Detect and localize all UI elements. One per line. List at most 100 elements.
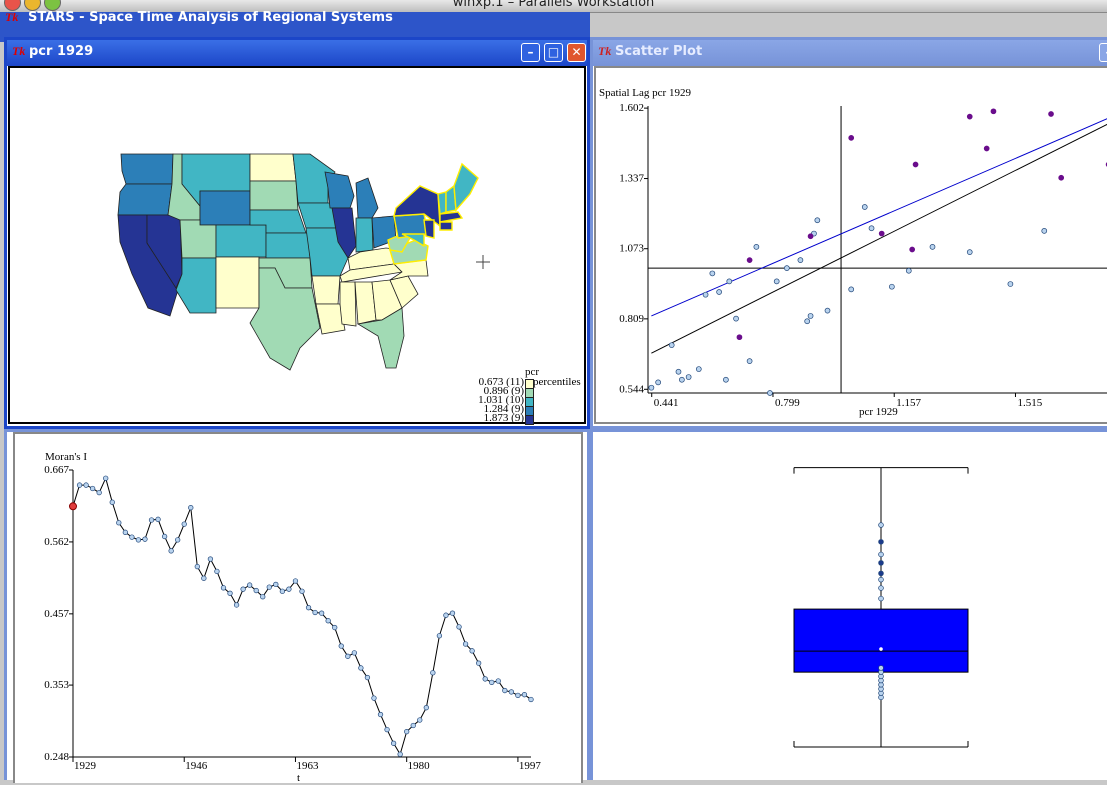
state-connecticut xyxy=(439,221,453,231)
box-plot-window[interactable] xyxy=(590,429,1107,780)
time-series-window[interactable]: Moran's I t 0.667 0.562 0.457 0.353 0.248 1929 1… xyxy=(4,429,590,785)
y-axis-label: Spatial Lag pcr 1929 xyxy=(599,87,691,99)
y-tick-label: 1.073 xyxy=(619,243,644,255)
state-wisconsin xyxy=(324,171,355,209)
scatter-point xyxy=(824,307,831,314)
scatter-point xyxy=(868,225,875,232)
map-window[interactable]: Tk pcr 1929 – □ ✕ pcr percentiles 0.673 … xyxy=(4,37,590,429)
state-new-jersey xyxy=(423,219,435,239)
map-canvas[interactable]: pcr percentiles 0.673 (11) 0.896 (9) 1.031… xyxy=(8,66,586,425)
state-massachusetts xyxy=(439,211,464,223)
time-point xyxy=(430,670,436,676)
scatter-point xyxy=(679,376,685,383)
time-point xyxy=(476,660,482,666)
x-tick-label: 1980 xyxy=(408,760,431,772)
scatter-canvas[interactable]: Spatial Lag pcr 1929 pcr 1929 1.602 1.337 1.… xyxy=(594,66,1107,424)
time-point xyxy=(377,711,384,718)
time-point xyxy=(175,537,181,543)
scatter-point xyxy=(1058,174,1065,181)
scatter-point xyxy=(695,366,702,372)
time-point xyxy=(247,582,253,588)
scatter-plot[interactable]: Spatial Lag pcr 1929 pcr 1929 1.602 1.337 1.… xyxy=(596,68,1107,422)
time-point xyxy=(109,499,115,505)
time-point xyxy=(436,633,443,639)
state-maine xyxy=(453,162,479,212)
time-point xyxy=(345,653,351,659)
highlighted-point xyxy=(69,502,77,511)
time-point xyxy=(318,610,325,616)
scatter-point xyxy=(702,291,709,298)
minimize-button[interactable]: – xyxy=(1099,43,1107,62)
x-tick-label: 1.157 xyxy=(896,397,921,409)
state-oregon xyxy=(117,183,173,216)
scatter-point xyxy=(807,313,814,319)
scatter-point xyxy=(1007,281,1014,287)
time-point xyxy=(83,482,89,488)
time-point xyxy=(384,726,390,733)
scatter-point xyxy=(807,233,814,240)
y-tick-label: 0.457 xyxy=(44,608,69,620)
scatter-point xyxy=(726,278,733,285)
time-point xyxy=(469,648,475,654)
state-mississippi xyxy=(339,281,357,327)
time-point xyxy=(495,678,501,684)
y-tick-label: 0.562 xyxy=(44,536,69,548)
box-point xyxy=(878,522,884,528)
time-point xyxy=(227,590,233,596)
box-plot[interactable] xyxy=(593,432,1107,780)
host-title: winxp.1 – Parallels Workstation xyxy=(452,0,655,10)
time-point xyxy=(443,612,449,618)
time-point xyxy=(305,605,312,611)
y-tick-label: 0.809 xyxy=(619,313,644,325)
time-point xyxy=(482,676,488,682)
time-point xyxy=(358,665,364,671)
time-point xyxy=(181,521,187,527)
scatter-point xyxy=(736,334,743,341)
time-point xyxy=(299,588,305,594)
time-series-canvas[interactable]: Moran's I t 0.667 0.562 0.457 0.353 0.248 1929 1… xyxy=(13,432,583,785)
mean-marker xyxy=(879,647,883,651)
tk-icon: Tk xyxy=(12,44,26,58)
state-indiana xyxy=(355,217,374,253)
maximize-button[interactable]: □ xyxy=(544,43,563,62)
time-point xyxy=(201,575,207,581)
scatter-window-titlebar[interactable]: Tk Scatter Plot – xyxy=(593,40,1107,66)
scatter-point xyxy=(804,318,811,325)
scatter-point xyxy=(753,243,760,250)
time-point xyxy=(135,537,142,543)
state-north-dakota xyxy=(249,153,297,182)
state-new-mexico xyxy=(215,256,260,309)
scatter-point xyxy=(1048,111,1054,117)
time-point xyxy=(116,520,122,526)
scatter-point xyxy=(983,145,990,152)
morans-i-time-plot[interactable]: Moran's I t 0.667 0.562 0.457 0.353 0.248 1929 1… xyxy=(15,434,581,785)
time-point xyxy=(456,624,462,630)
box-point xyxy=(878,539,884,545)
time-point xyxy=(404,729,410,735)
scatter-point xyxy=(966,113,973,120)
stars-title: STARS - Space Time Analysis of Regional … xyxy=(28,10,393,25)
time-point xyxy=(292,578,299,584)
us-choropleth-map[interactable] xyxy=(117,153,479,371)
scatter-point xyxy=(746,358,753,364)
time-point xyxy=(390,740,397,746)
scatter-point xyxy=(648,384,655,391)
box-point xyxy=(878,665,884,671)
x-tick-label: 1929 xyxy=(74,760,97,772)
time-point xyxy=(240,586,246,592)
x-tick-label: 1963 xyxy=(296,760,319,772)
time-point xyxy=(312,609,318,616)
scatter-point xyxy=(861,204,868,210)
map-window-titlebar[interactable]: Tk pcr 1929 – □ ✕ xyxy=(7,40,587,66)
scatter-plot-window[interactable]: Tk Scatter Plot – Spatial Lag pcr 1929 pc… xyxy=(590,37,1107,429)
state-colorado xyxy=(215,224,267,258)
state-washington xyxy=(120,153,174,185)
time-point xyxy=(260,594,266,600)
time-point xyxy=(351,650,357,656)
crosshair-icon xyxy=(476,255,490,269)
scatter-point xyxy=(814,217,821,224)
scatter-point xyxy=(848,135,855,141)
close-button[interactable]: ✕ xyxy=(567,43,586,62)
minimize-button[interactable]: – xyxy=(521,43,540,62)
x-tick-label: 0.799 xyxy=(775,397,800,409)
